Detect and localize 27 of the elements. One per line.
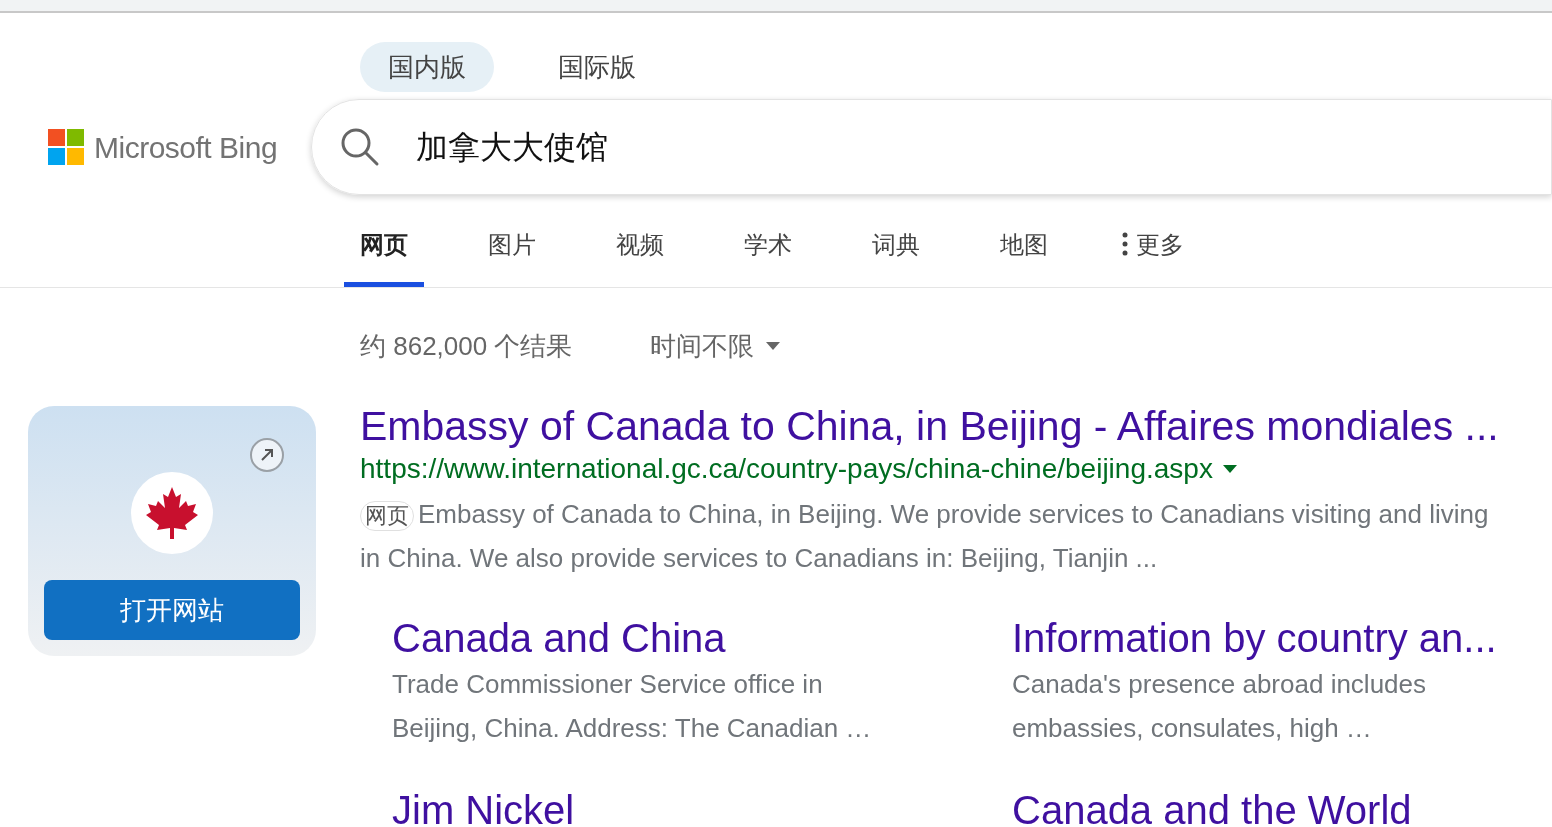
bing-logo-text: Microsoft Bing (94, 129, 278, 166)
time-filter[interactable]: 时间不限 (650, 326, 781, 366)
result-snippet: 网页 Embassy of Canada to China, in Beijing. We provide services to Canadians visiting and living in China. We also provide services to Canadians in: Beijing, Tianjin ... (360, 498, 1490, 575)
nav-tab[interactable]: 词典 (856, 214, 936, 287)
sublink-title[interactable]: Canada and the World (1012, 786, 1552, 827)
nav-tab[interactable]: 视频 (600, 214, 680, 287)
open-site-button[interactable]: 打开网站 (44, 580, 300, 640)
caret-icon (766, 342, 781, 350)
nav-tab[interactable]: 地图 (984, 214, 1064, 287)
sublink-title[interactable]: Jim Nickel (392, 786, 1012, 827)
more-dots-icon (1122, 232, 1128, 256)
nav-tab[interactable]: 学术 (728, 214, 808, 287)
search-query: 加拿大大使馆 (416, 128, 609, 167)
nav-tab[interactable]: 图片 (472, 214, 552, 287)
sublink-title[interactable]: Information by country an... (1012, 614, 1552, 662)
external-link-icon[interactable] (250, 438, 284, 472)
search-icon[interactable] (340, 127, 381, 167)
more-menu[interactable]: 更多 (1122, 214, 1184, 287)
windows-logo-icon (48, 129, 84, 165)
sublink-title[interactable]: Canada and China (392, 614, 1012, 662)
edition-tab[interactable]: 国内版 (360, 42, 494, 92)
result-count: 约 862,000 个结果 (360, 329, 573, 363)
sublink-snippet: Trade Commissioner Service office in Beijing, China. Address: The Canadian … (392, 668, 873, 745)
caret-icon[interactable] (1222, 465, 1237, 473)
nav-tab[interactable]: 网页 (344, 214, 424, 287)
sublink-snippet: Canada's presence abroad includes embassies, consulates, high … (1012, 668, 1428, 745)
edition-tab[interactable]: 国际版 (530, 42, 664, 92)
